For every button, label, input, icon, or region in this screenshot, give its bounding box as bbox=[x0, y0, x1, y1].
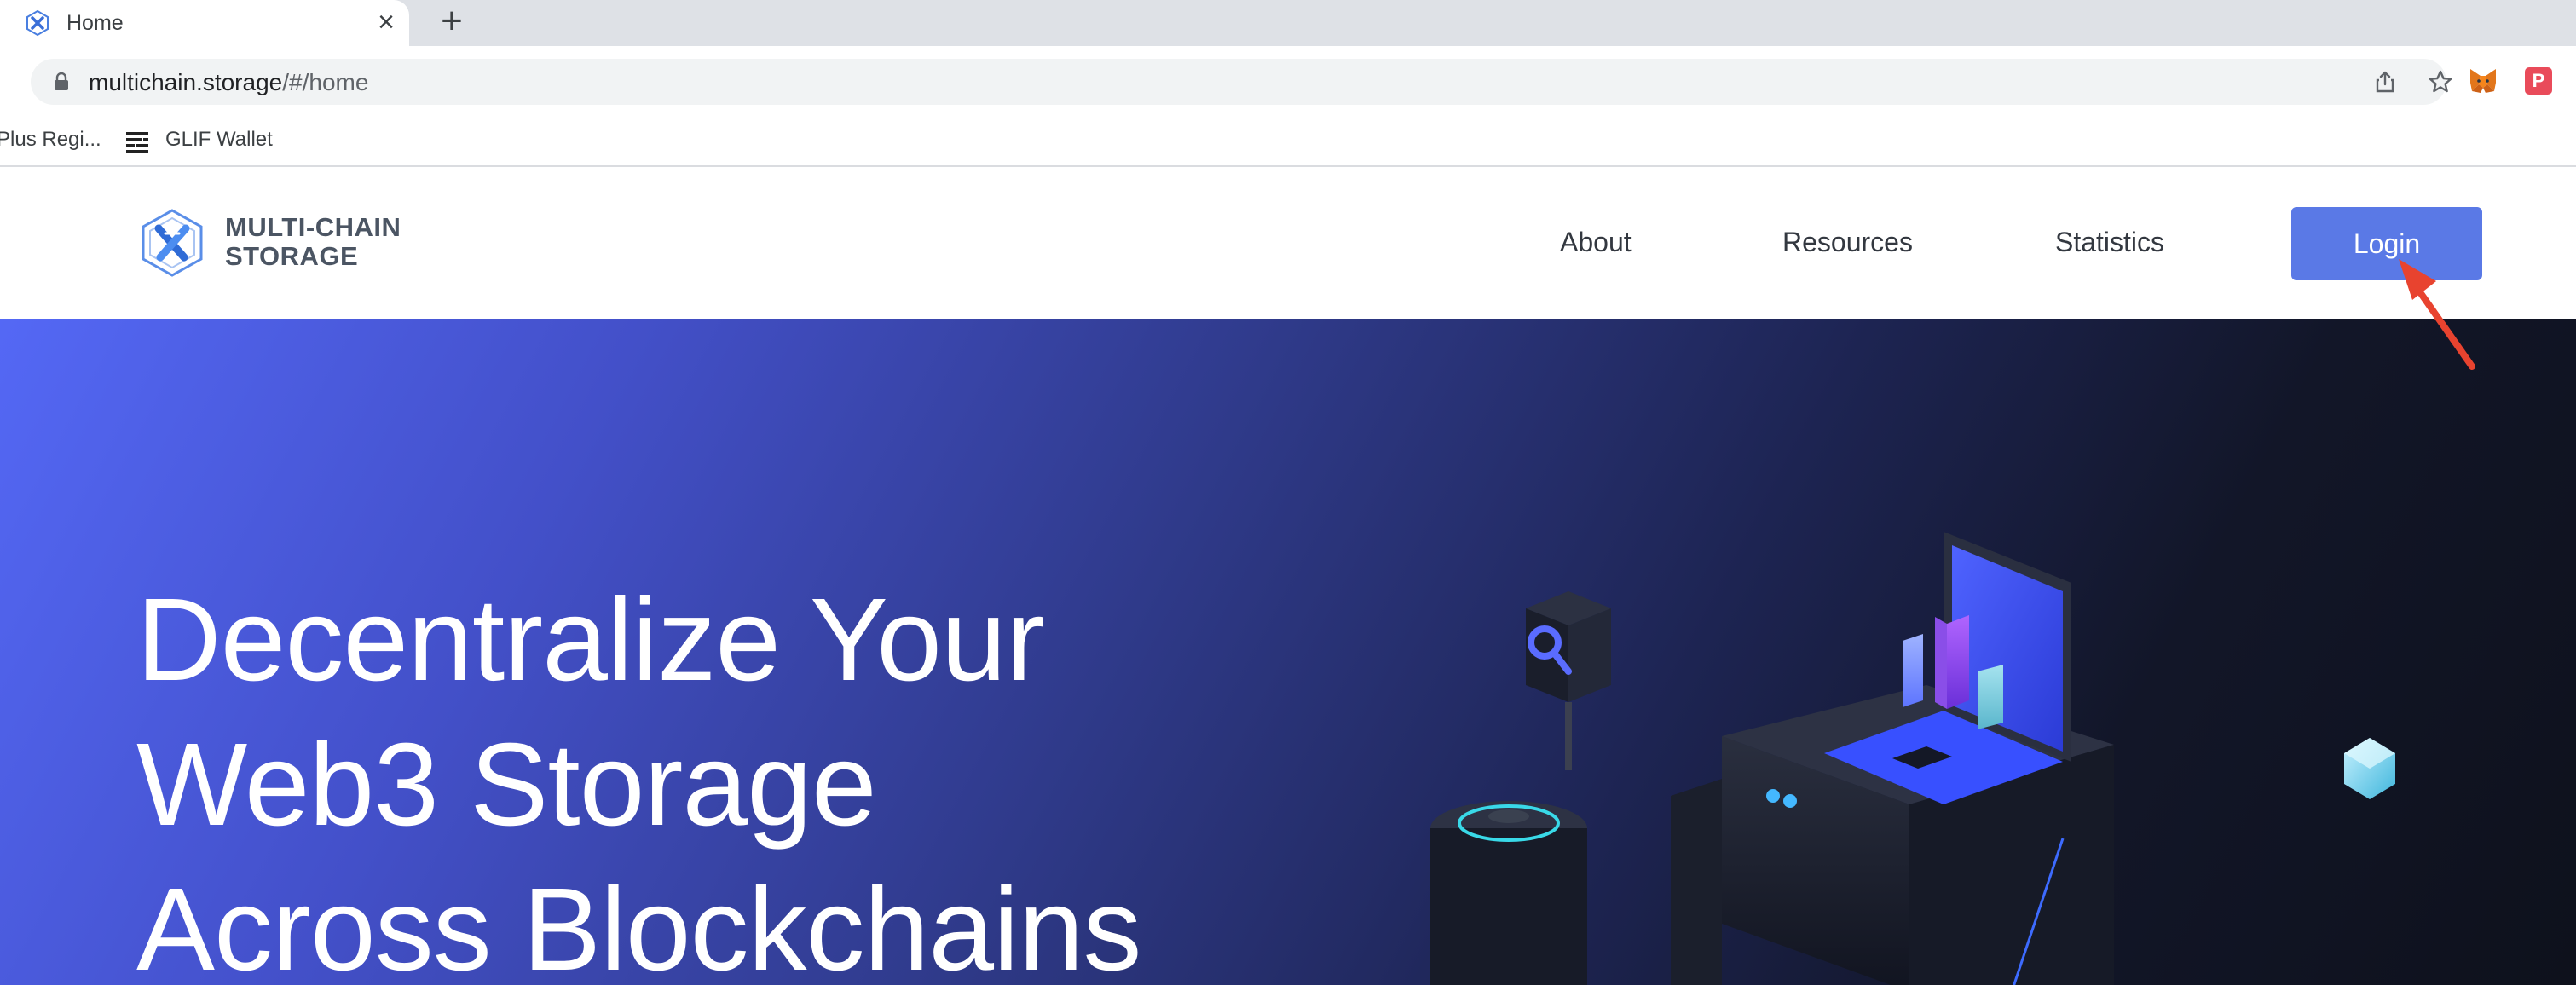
star-icon[interactable] bbox=[2428, 69, 2453, 95]
bookmark-plus-regi[interactable]: Plus Regi... bbox=[0, 126, 101, 153]
site-header: MULTI-CHAIN STORAGE About Resources Stat… bbox=[0, 169, 2576, 319]
bookmark-glif-wallet[interactable]: GLIF Wallet bbox=[165, 126, 273, 153]
multichain-logo-icon[interactable] bbox=[140, 208, 205, 278]
browser-toolbar: multichain.storage/#/home P bbox=[0, 46, 2576, 118]
hero-title-line-2: Web3 Storage bbox=[136, 719, 877, 850]
nav-resources[interactable]: Resources bbox=[1782, 225, 1913, 259]
hero-section: Decentralize Your Web3 Storage Across Bl… bbox=[0, 319, 2576, 985]
tab-title: Home bbox=[66, 11, 124, 35]
extension-p-letter: P bbox=[2532, 70, 2545, 91]
lock-icon bbox=[55, 72, 68, 90]
search-cube-graphic bbox=[1526, 591, 1611, 770]
url-host: multichain.storage bbox=[89, 69, 283, 95]
new-tab-icon[interactable]: + bbox=[435, 3, 469, 40]
bookmarks-bar: Plus Regi... GLIF Wallet bbox=[0, 118, 2576, 167]
hero-title-line-1: Decentralize Your bbox=[136, 574, 1045, 706]
annotation-arrow-icon bbox=[2399, 259, 2475, 370]
hero-title-line-3: Across Blockchains bbox=[136, 864, 1141, 985]
hero-illustration bbox=[1430, 532, 2395, 985]
logo-wordmark[interactable]: MULTI-CHAIN STORAGE bbox=[225, 213, 401, 271]
nav-about[interactable]: About bbox=[1560, 225, 1632, 259]
multichain-logo-icon bbox=[26, 9, 49, 37]
crystal-gem-graphic bbox=[2344, 738, 2395, 799]
browser-tab-strip: Home × + bbox=[0, 0, 2576, 46]
url-path: /#/home bbox=[282, 69, 369, 95]
logo-line-2: STORAGE bbox=[225, 241, 359, 271]
url-text: multichain.storage/#/home bbox=[89, 69, 368, 96]
nav-statistics[interactable]: Statistics bbox=[2055, 225, 2164, 259]
address-bar[interactable]: multichain.storage/#/home bbox=[31, 59, 2452, 105]
glif-icon bbox=[126, 132, 148, 153]
logo-line-1: MULTI-CHAIN bbox=[225, 212, 401, 242]
browser-tab-home[interactable]: Home × bbox=[0, 0, 409, 46]
share-icon[interactable] bbox=[2373, 70, 2397, 94]
cylinder-graphic bbox=[1430, 801, 1587, 985]
tab-close-icon[interactable]: × bbox=[372, 8, 401, 37]
metamask-fox-icon[interactable] bbox=[2469, 67, 2498, 95]
extension-p-icon[interactable]: P bbox=[2525, 67, 2552, 95]
hero-title: Decentralize Your Web3 Storage Across Bl… bbox=[136, 567, 1415, 985]
